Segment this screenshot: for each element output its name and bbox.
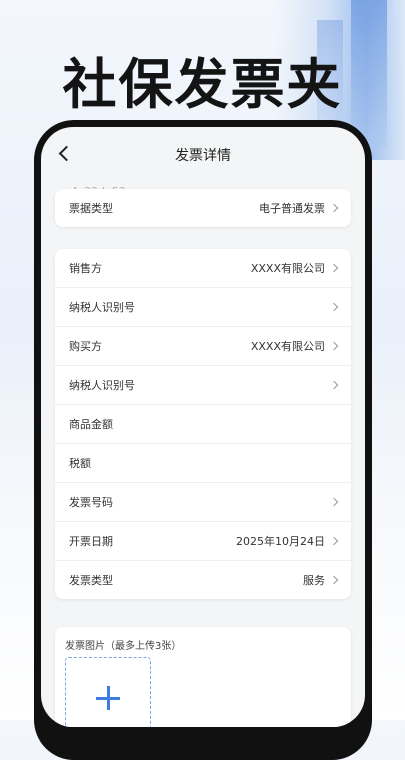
row-label: 纳税人识别号	[69, 379, 135, 392]
row-label: 购买方	[69, 340, 102, 353]
upload-title: 发票图片（最多上传3张）	[65, 641, 182, 652]
row-value: 电子普通发票	[259, 200, 339, 216]
row-value	[325, 380, 339, 390]
row-value-text: XXXX有限公司	[250, 340, 325, 353]
detail-row[interactable]: 发票类型 服务	[55, 561, 351, 599]
row-value: XXXX有限公司	[250, 338, 339, 354]
phone-screen: 发票详情 4c32da53 票据类型 电子普通发票 销售方XXXX有限公司纳税人…	[41, 127, 365, 727]
row-label: 开票日期	[69, 535, 113, 548]
chevron-right-icon	[329, 263, 339, 273]
detail-row: 商品金额	[55, 405, 351, 444]
row-value-text: XXXX有限公司	[250, 262, 325, 275]
row-label: 税额	[69, 457, 91, 470]
row-value: XXXX有限公司	[250, 260, 339, 276]
detail-row[interactable]: 销售方 XXXX有限公司	[55, 249, 351, 288]
navigation-bar: 发票详情	[41, 127, 365, 181]
row-label: 票据类型	[69, 202, 113, 215]
row-value: 2025年10月24日	[236, 533, 339, 549]
row-label: 发票类型	[69, 574, 113, 587]
row-label: 纳税人识别号	[69, 301, 135, 314]
detail-row[interactable]: 纳税人识别号	[55, 288, 351, 327]
row-label: 商品金额	[69, 418, 113, 431]
invoice-details-card: 销售方 XXXX有限公司 纳税人识别号 购买方 XXXX有限公司 纳税人识别号 商品金额 税额…	[55, 249, 351, 599]
row-label: 发票号码	[69, 496, 113, 509]
row-value-text: 电子普通发票	[259, 202, 325, 215]
detail-row[interactable]: 购买方 XXXX有限公司	[55, 327, 351, 366]
page-title: 发票详情	[175, 148, 231, 164]
row-value	[325, 497, 339, 507]
invoice-type-card: 票据类型 电子普通发票	[55, 189, 351, 227]
detail-row[interactable]: 开票日期 2025年10月24日	[55, 522, 351, 561]
upload-card: 发票图片（最多上传3张）	[55, 627, 351, 727]
chevron-right-icon	[329, 536, 339, 546]
plus-icon	[96, 686, 120, 710]
chevron-right-icon	[329, 575, 339, 585]
detail-row[interactable]: 发票号码	[55, 483, 351, 522]
chevron-right-icon	[329, 497, 339, 507]
row-value-text: 服务	[303, 574, 325, 587]
detail-row: 税额	[55, 444, 351, 483]
chevron-right-icon	[329, 203, 339, 213]
row-value-text: 2025年10月24日	[236, 535, 325, 548]
row-value: 服务	[303, 572, 339, 588]
row-label: 销售方	[69, 262, 102, 275]
promo-headline: 社保发票夹	[62, 53, 343, 116]
upload-image-button[interactable]	[65, 657, 151, 727]
invoice-type-row[interactable]: 票据类型 电子普通发票	[55, 189, 351, 227]
chevron-right-icon	[329, 380, 339, 390]
chevron-right-icon	[329, 302, 339, 312]
chevron-right-icon	[329, 341, 339, 351]
detail-row[interactable]: 纳税人识别号	[55, 366, 351, 405]
row-value	[325, 302, 339, 312]
